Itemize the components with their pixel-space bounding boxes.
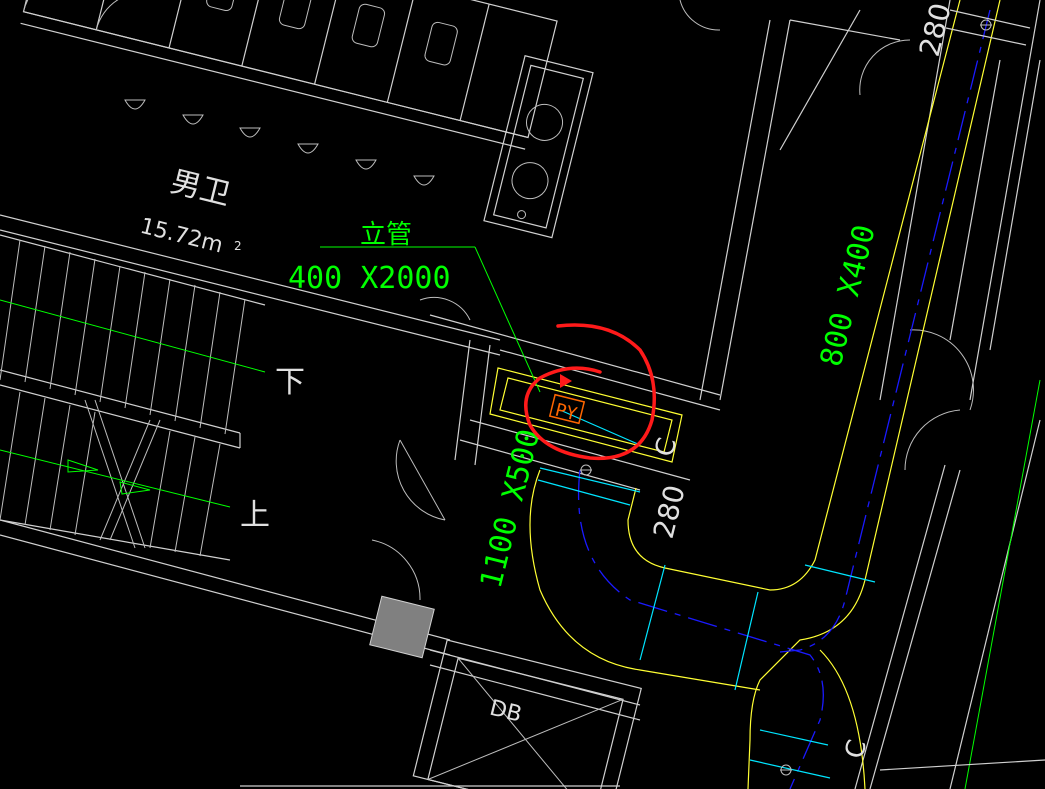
dim-c-mid: C — [650, 435, 684, 460]
damper-symbols — [580, 9, 1031, 776]
stairs — [0, 234, 266, 561]
duct-main-size: 800 X400 — [814, 221, 883, 370]
stair-down-label: 下 — [275, 365, 305, 400]
stair-up-label: 上 — [240, 498, 270, 533]
cad-drawing-canvas[interactable]: 男卫 15.72m 2 下 上 DB 立管 400 X2000 800 X400… — [0, 0, 1045, 789]
riser-size: 400 X2000 — [288, 261, 451, 296]
room-area: 15.72m — [137, 214, 225, 259]
elevator-label: DB — [487, 696, 524, 728]
py-tag-label: PY — [553, 400, 579, 426]
structural-column — [369, 595, 435, 659]
room-area-unit: 2 — [234, 239, 242, 253]
toilet-stalls — [20, 0, 558, 150]
elevator-room — [412, 639, 642, 789]
right-wall-band — [854, 0, 1045, 789]
duct-run — [489, 0, 1001, 789]
room-name: 男卫 — [167, 164, 234, 212]
duct-branch-size: 1100 X500 — [474, 426, 547, 592]
riser-label: 立管 — [360, 220, 412, 250]
dim-280-mid: 280 — [647, 482, 692, 542]
sink-counter — [483, 54, 594, 239]
dim-280-top: 280 — [913, 0, 958, 60]
urinals-row — [124, 99, 435, 186]
